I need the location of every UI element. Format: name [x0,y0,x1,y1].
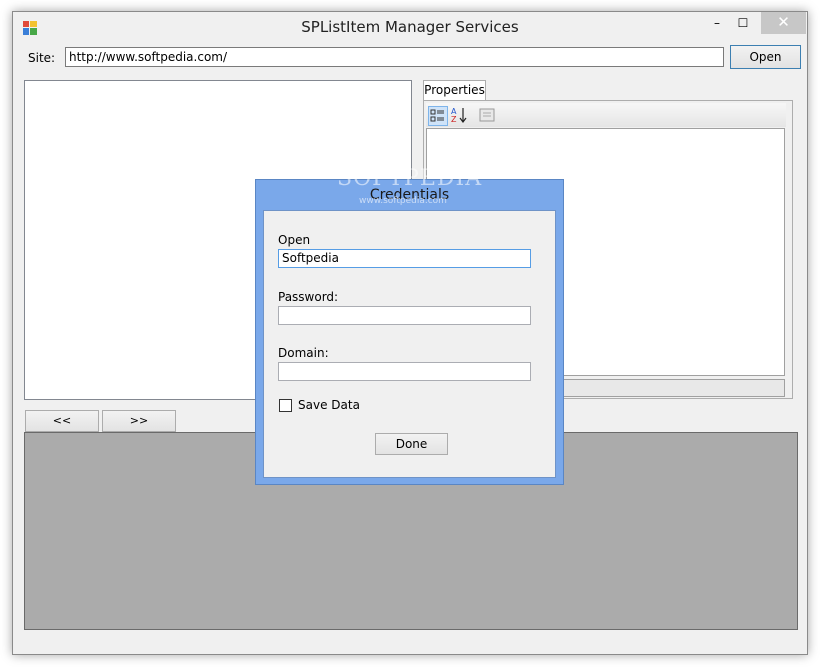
next-button[interactable]: >> [102,410,176,432]
site-label: Site: [28,51,56,65]
close-button[interactable]: ✕ [761,12,806,34]
credentials-dialog: Credentials Open Softpedia Password: Dom… [255,179,564,485]
watermark-url: www.softpedia.com [359,196,447,206]
categorized-icon[interactable] [428,106,448,126]
title-bar[interactable]: SPListItem Manager Services – ☐ ✕ [13,12,807,44]
save-data-label[interactable]: Save Data [298,398,360,412]
alphabetical-sort-icon[interactable]: A Z [450,106,468,124]
watermark-logo: SOFTPEDIA [337,166,483,191]
previous-button[interactable]: << [25,410,99,432]
minimize-button[interactable]: – [703,12,731,34]
password-label: Password: [278,290,339,304]
dialog-body: Open Softpedia Password: Domain: Save Da… [263,210,556,478]
site-input[interactable]: http://www.softpedia.com/ [65,47,724,67]
done-button[interactable]: Done [375,433,448,455]
tab-properties[interactable]: Properties [423,80,486,101]
user-field[interactable]: Softpedia [278,249,531,268]
password-field[interactable] [278,306,531,325]
window-title: SPListItem Manager Services [301,18,519,36]
properties-toolbar: A Z [426,103,786,127]
save-data-checkbox[interactable] [279,399,292,412]
domain-field[interactable] [278,362,531,381]
property-pages-icon[interactable] [478,106,496,124]
domain-label: Domain: [278,346,329,360]
user-label: Open [278,233,311,247]
open-button[interactable]: Open [730,45,801,69]
maximize-button[interactable]: ☐ [729,12,757,34]
svg-text:Z: Z [451,115,457,124]
